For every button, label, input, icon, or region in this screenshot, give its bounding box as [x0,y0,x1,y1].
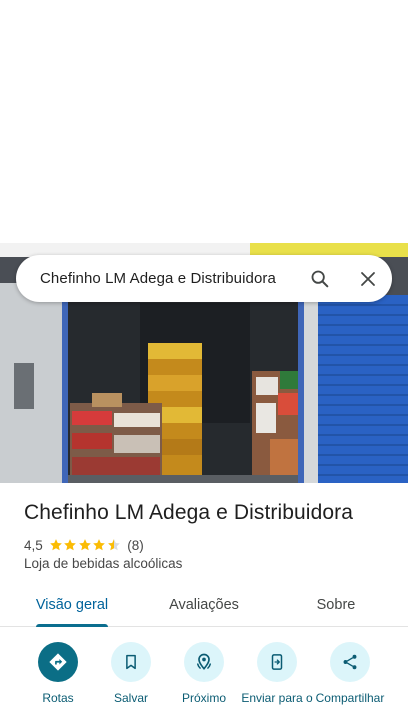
place-category[interactable]: Loja de bebidas alcoólicas [24,556,182,571]
directions-icon [49,653,67,671]
search-bar[interactable]: Chefinho LM Adega e Distribuidora [16,255,392,302]
save-button-circle [111,642,151,682]
search-input[interactable]: Chefinho LM Adega e Distribuidora [40,270,296,287]
share-button[interactable]: Compartilhar [312,642,388,705]
clear-search-button[interactable] [344,255,392,302]
close-icon [361,271,375,286]
star-icon [64,539,77,551]
tab-reviews-label: Avaliações [169,597,239,613]
send-to-phone-button[interactable]: Enviar para o [239,642,315,705]
directions-button[interactable]: Rotas [20,642,96,705]
share-label: Compartilhar [315,691,385,705]
search-icon [311,270,329,287]
bookmark-icon [126,654,136,670]
tab-overview-label: Visão geral [35,597,109,613]
tab-about-label: Sobre [316,597,356,613]
rating-value: 4,5 [24,537,43,553]
search-button[interactable] [296,255,344,302]
tab-about[interactable]: Sobre [288,583,384,627]
send-to-phone-icon [271,654,283,670]
half-star-icon [107,539,120,551]
share-button-circle [330,642,370,682]
save-button[interactable]: Salvar [93,642,169,705]
star-icon [78,539,91,551]
active-tab-indicator [36,624,108,627]
send-to-phone-label: Enviar para o [241,691,313,705]
directions-label: Rotas [42,691,74,705]
tab-overview[interactable]: Visão geral [24,583,120,627]
action-row: Rotas Salvar Próximo Enviar para o Compa… [0,642,408,726]
place-page: Chefinho LM Adega e Distribuidora Chefin… [0,0,408,726]
tab-reviews[interactable]: Avaliações [156,583,252,627]
nearby-icon [197,653,211,670]
tab-bar: Visão geral Avaliações Sobre [0,583,408,627]
nearby-button-circle [184,642,224,682]
send-to-phone-button-circle [257,642,297,682]
nearby-label: Próximo [181,691,226,705]
rating-row[interactable]: 4,5 (8) [24,536,144,554]
star-icon [93,539,106,551]
share-icon [343,654,357,670]
nearby-button[interactable]: Próximo [166,642,242,705]
star-icon [49,539,62,551]
directions-button-circle [38,642,78,682]
review-count[interactable]: (8) [127,538,144,553]
star-rating [49,538,122,552]
save-label: Salvar [113,691,148,705]
place-title: Chefinho LM Adega e Distribuidora [24,501,353,524]
